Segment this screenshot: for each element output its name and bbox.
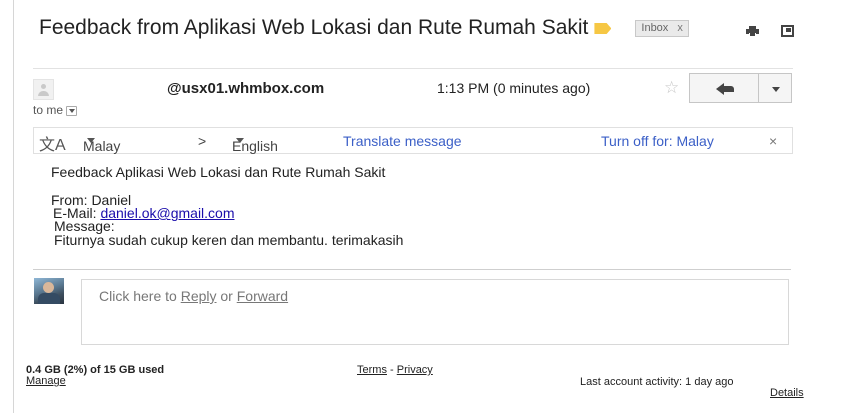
- chevron-down-icon: [87, 138, 95, 143]
- activity-details[interactable]: Details: [770, 387, 804, 399]
- details-link[interactable]: Details: [770, 387, 804, 399]
- more-options-button[interactable]: [758, 73, 792, 103]
- subject-text: Feedback from Aplikasi Web Lokasi dan Ru…: [39, 16, 589, 39]
- recipient-text: to me: [33, 103, 64, 117]
- manage-link[interactable]: Manage: [26, 375, 66, 387]
- sender-address[interactable]: @usx01.whmbox.com: [167, 80, 324, 97]
- translate-message-link[interactable]: Translate message: [343, 133, 462, 149]
- page-left-border: [13, 0, 14, 413]
- chevron-down-icon: [236, 138, 244, 143]
- translate-icon: 文A: [39, 137, 66, 154]
- message-divider: [33, 269, 791, 270]
- sender-avatar[interactable]: [33, 79, 54, 100]
- terms-link[interactable]: Terms: [357, 364, 387, 376]
- email-subject: Feedback from Aplikasi Web Lokasi dan Ru…: [39, 16, 699, 40]
- star-icon[interactable]: ☆: [664, 78, 679, 98]
- translate-bar: 文A Malay > English Translate message Tur…: [33, 127, 793, 154]
- show-details-icon[interactable]: [66, 105, 78, 116]
- reply-link[interactable]: Reply: [181, 288, 217, 304]
- reply-or-text: or: [220, 288, 233, 304]
- important-label-icon[interactable]: [594, 22, 612, 34]
- manage-storage[interactable]: Manage: [26, 375, 66, 387]
- turn-off-translation-link[interactable]: Turn off for: Malay: [601, 133, 714, 149]
- inbox-label-text: Inbox: [641, 21, 669, 34]
- last-activity: Last account activity: 1 day ago: [580, 376, 734, 388]
- remove-label-icon[interactable]: x: [677, 22, 683, 34]
- forward-link[interactable]: Forward: [237, 288, 288, 304]
- translate-direction-arrow: >: [198, 133, 207, 149]
- reply-prompt-text: Click here to: [99, 288, 177, 304]
- inbox-label-chip[interactable]: Inbox x: [635, 19, 689, 37]
- print-icon[interactable]: [746, 26, 759, 37]
- privacy-link[interactable]: Privacy: [397, 364, 433, 376]
- header-divider: [33, 68, 793, 69]
- body-title: Feedback Aplikasi Web Lokasi dan Rute Ru…: [51, 164, 386, 180]
- footer-separator: -: [390, 364, 394, 376]
- footer-links: Terms - Privacy: [357, 364, 433, 376]
- recipient-details[interactable]: to me: [33, 103, 78, 117]
- reply-arrow-icon: [716, 83, 734, 95]
- reply-button[interactable]: [689, 73, 759, 103]
- reply-box[interactable]: Click here to Reply or Forward: [81, 279, 789, 345]
- message-time: 1:13 PM (0 minutes ago): [437, 80, 591, 96]
- close-icon[interactable]: ×: [769, 133, 777, 149]
- body-message-text: Fiturnya sudah cukup keren dan membantu.…: [54, 232, 404, 248]
- user-avatar[interactable]: [34, 278, 64, 304]
- new-window-icon[interactable]: [781, 25, 794, 37]
- email-link[interactable]: daniel.ok@gmail.com: [100, 205, 234, 221]
